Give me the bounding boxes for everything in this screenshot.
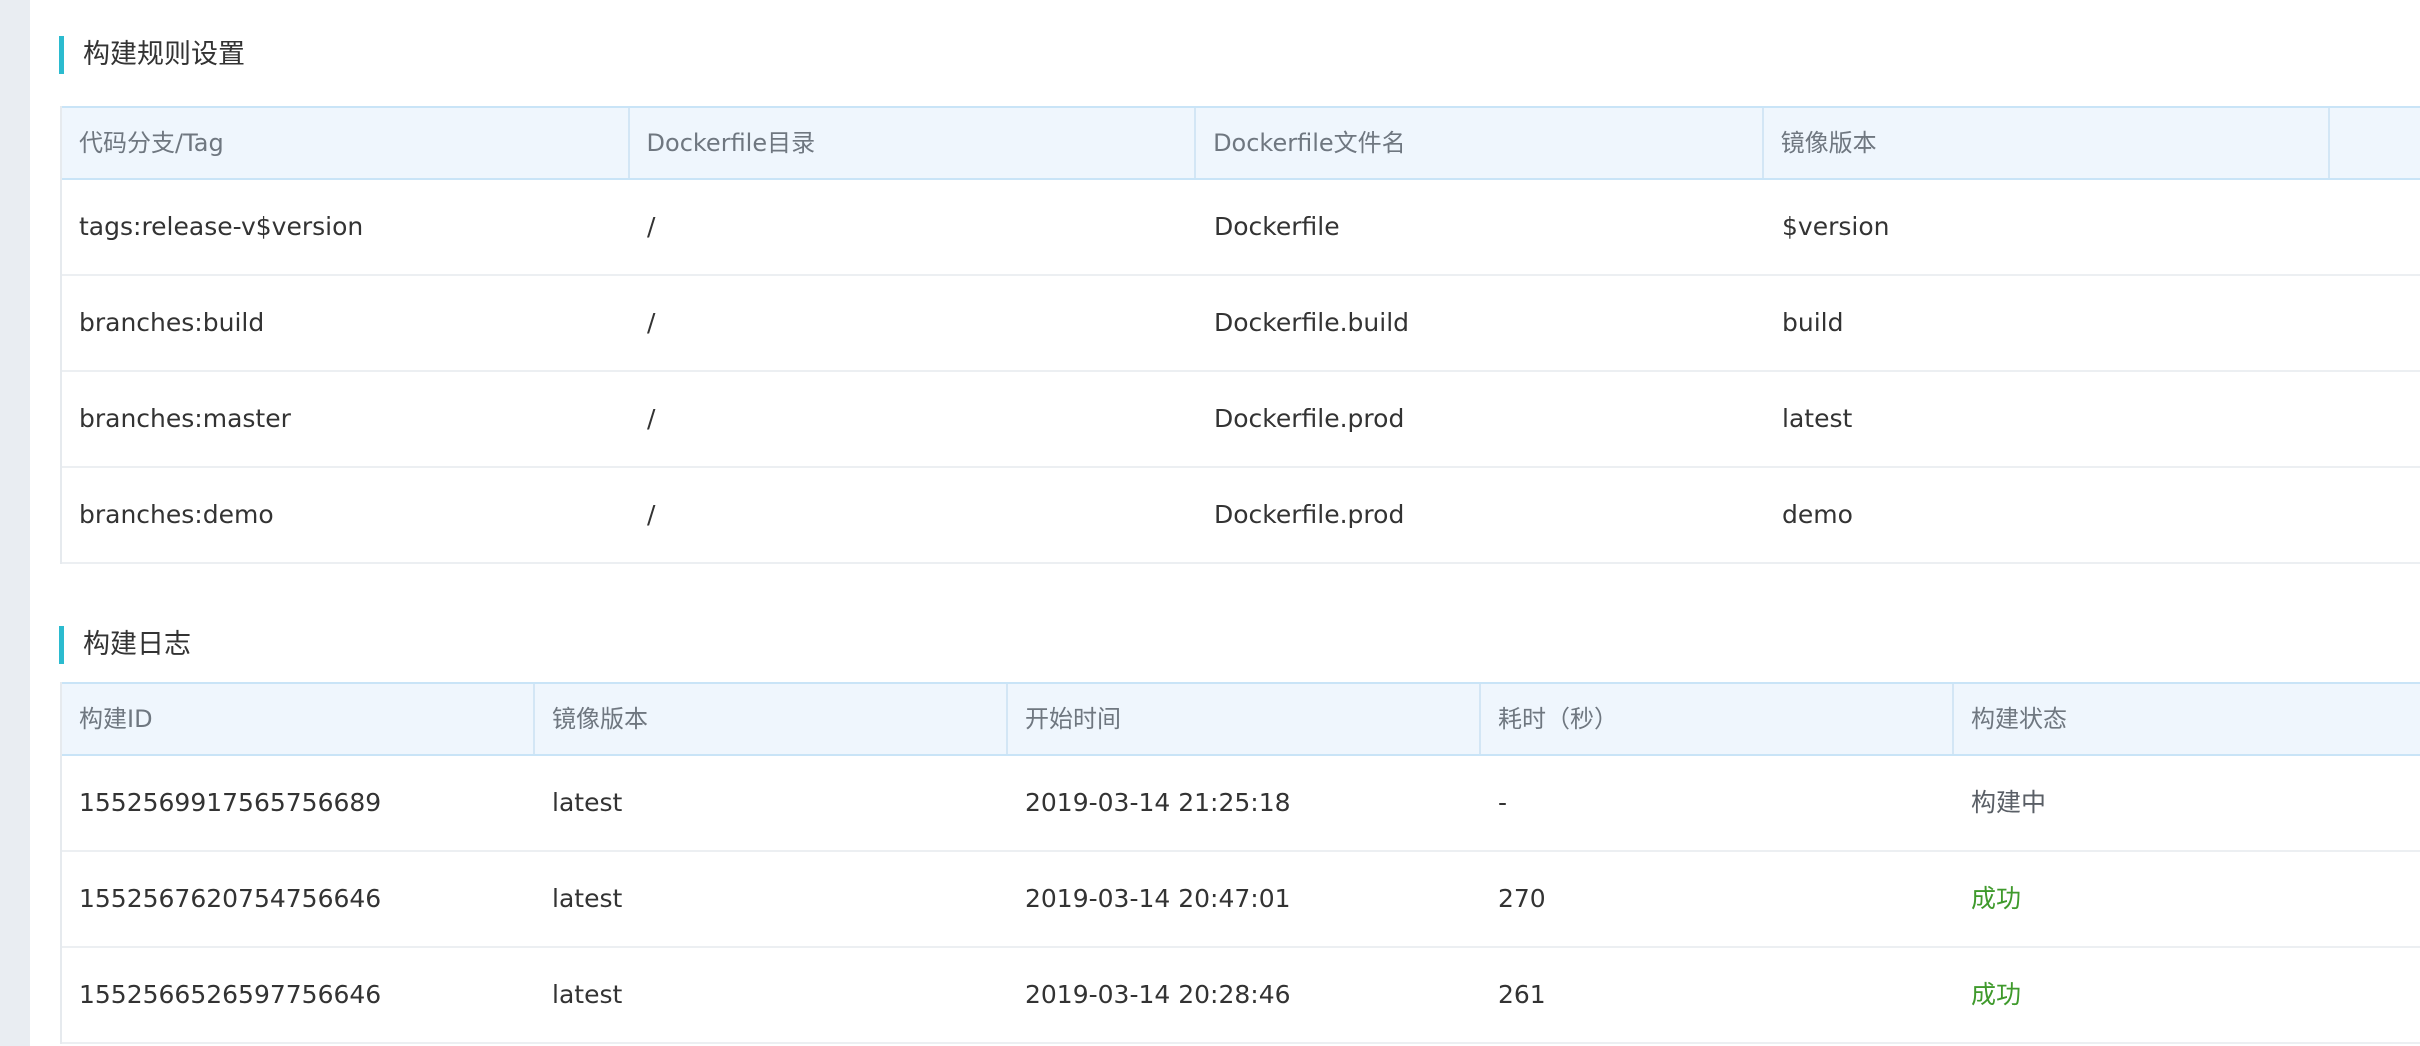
log-start-time: 2019-03-14 20:28:46 [1025, 980, 1291, 1009]
rule-dir: / [647, 404, 656, 433]
log-build-id: 1552569917565756689 [79, 788, 382, 817]
rules-col-actions [2330, 108, 2420, 178]
log-duration: 261 [1498, 980, 1546, 1009]
table-row: 1552569917565756689 latest 2019-03-14 21… [62, 756, 2420, 852]
rules-col-branch: 代码分支/Tag [62, 108, 630, 178]
rules-table-header: 代码分支/Tag Dockerfile目录 Dockerfile文件名 镜像版本 [62, 106, 2420, 180]
status-badge: 成功 [1971, 980, 2022, 1009]
log-col-id: 构建ID [62, 684, 535, 754]
rules-col-file: Dockerfile文件名 [1196, 108, 1764, 178]
log-table: 构建ID 镜像版本 开始时间 耗时（秒） 构建状态 15525699175657… [60, 682, 2420, 1044]
table-row: branches:master / Dockerfile.prod latest [62, 372, 2420, 468]
log-start-time: 2019-03-14 21:25:18 [1025, 788, 1291, 817]
log-build-id: 1552567620754756646 [79, 884, 382, 913]
table-row: branches:demo / Dockerfile.prod demo [62, 468, 2420, 564]
log-duration: 270 [1498, 884, 1546, 913]
rule-file: Dockerfile.prod [1214, 404, 1405, 433]
rules-col-dir: Dockerfile目录 [630, 108, 1197, 178]
rule-dir: / [647, 212, 656, 241]
log-build-id: 1552566526597756646 [79, 980, 382, 1009]
rule-branch: tags:release-v$version [79, 212, 364, 241]
rule-dir: / [647, 308, 656, 337]
log-col-start: 开始时间 [1008, 684, 1481, 754]
left-gutter [0, 0, 30, 1046]
main-content: 构建规则设置 代码分支/Tag Dockerfile目录 Dockerfile文… [30, 0, 2420, 1046]
log-version: latest [552, 884, 623, 913]
log-table-header: 构建ID 镜像版本 开始时间 耗时（秒） 构建状态 [62, 682, 2420, 756]
rule-file: Dockerfile.build [1214, 308, 1410, 337]
table-row: tags:release-v$version / Dockerfile $ver… [62, 180, 2420, 276]
rule-version: $version [1782, 212, 1890, 241]
log-col-version: 镜像版本 [535, 684, 1008, 754]
log-version: latest [552, 980, 623, 1009]
rules-section-title: 构建规则设置 [59, 36, 245, 74]
rule-branch: branches:demo [79, 500, 274, 529]
log-col-duration: 耗时（秒） [1481, 684, 1954, 754]
rule-file: Dockerfile [1214, 212, 1340, 241]
table-row: 1552567620754756646 latest 2019-03-14 20… [62, 852, 2420, 948]
status-badge: 构建中 [1971, 788, 2047, 817]
rule-branch: branches:build [79, 308, 265, 337]
log-section-title: 构建日志 [59, 626, 191, 664]
rule-branch: branches:master [79, 404, 291, 433]
rules-col-version: 镜像版本 [1764, 108, 2331, 178]
rule-file: Dockerfile.prod [1214, 500, 1405, 529]
page: 构建规则设置 代码分支/Tag Dockerfile目录 Dockerfile文… [0, 0, 2420, 1046]
log-start-time: 2019-03-14 20:47:01 [1025, 884, 1291, 913]
log-version: latest [552, 788, 623, 817]
table-row: 1552566526597756646 latest 2019-03-14 20… [62, 948, 2420, 1044]
table-row: branches:build / Dockerfile.build build [62, 276, 2420, 372]
rule-dir: / [647, 500, 656, 529]
status-badge: 成功 [1971, 884, 2022, 913]
log-duration: - [1498, 788, 1508, 817]
rule-version: demo [1782, 500, 1853, 529]
rules-table: 代码分支/Tag Dockerfile目录 Dockerfile文件名 镜像版本… [60, 106, 2420, 564]
rule-version: latest [1782, 404, 1853, 433]
rule-version: build [1782, 308, 1844, 337]
log-col-status: 构建状态 [1971, 705, 2067, 733]
